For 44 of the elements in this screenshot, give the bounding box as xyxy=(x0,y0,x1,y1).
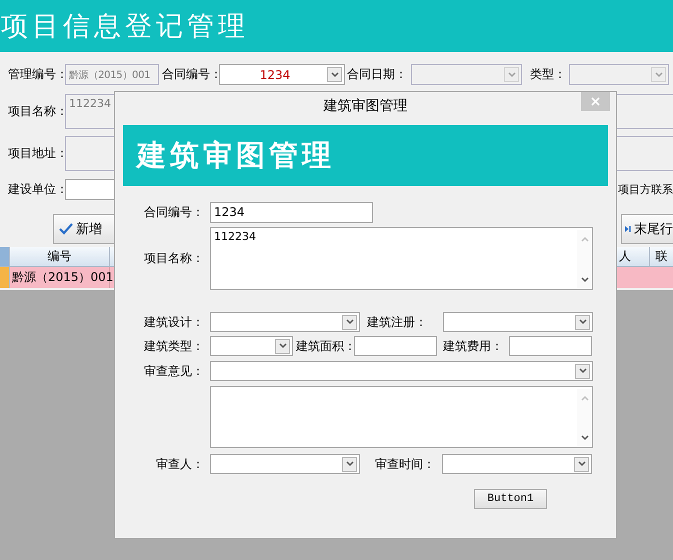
field-label: 审查时间： xyxy=(375,456,436,472)
field-label: 合同编号： xyxy=(162,66,219,83)
close-icon xyxy=(591,97,600,106)
column-header[interactable]: 编号 xyxy=(10,247,110,266)
column-header[interactable]: 联 xyxy=(650,247,673,266)
scroll-up-icon[interactable] xyxy=(580,395,588,401)
contract-number-dropdown[interactable]: 1234 xyxy=(219,64,345,85)
page-title: 项目信息登记管理 xyxy=(1,10,249,44)
field-label: 项目名称： xyxy=(143,250,205,267)
table-cell: 黔源（2015）001 xyxy=(10,267,110,288)
button1-button[interactable]: Button1 xyxy=(474,489,547,509)
field-label: 合同编号： xyxy=(143,204,205,220)
field-label: 项目名称： xyxy=(7,103,65,120)
field-label: 建筑设计： xyxy=(143,314,205,330)
field-label: 类型： xyxy=(530,66,567,83)
close-button[interactable] xyxy=(581,92,610,111)
dropdown-field[interactable] xyxy=(210,454,360,474)
field-label: 项目方联系 xyxy=(618,182,673,196)
field-label: 建筑费用： xyxy=(443,338,504,354)
field-label: 管理编号： xyxy=(7,66,65,83)
field-label: 合同日期： xyxy=(347,66,408,83)
banner-title: 建筑审图管理 xyxy=(134,136,335,174)
contract-number-field[interactable]: 1234 xyxy=(210,202,373,222)
field-label: 审查意见： xyxy=(143,362,205,380)
text-area[interactable]: 112234 xyxy=(210,227,593,290)
dropdown-field[interactable] xyxy=(210,361,593,381)
field-label: 建筑注册： xyxy=(367,314,428,330)
skip-to-end-icon xyxy=(625,223,631,235)
last-row-button[interactable]: 末尾行 xyxy=(621,214,673,244)
checkmark-icon xyxy=(59,223,73,235)
dropdown-field[interactable] xyxy=(442,454,592,474)
cost-field[interactable] xyxy=(509,336,592,356)
dropdown-field[interactable] xyxy=(210,312,360,332)
field-label: 建设单位： xyxy=(7,181,65,198)
scroll-up-icon[interactable] xyxy=(580,236,588,242)
field-label: 项目地址： xyxy=(7,145,65,162)
field-label: 建筑面积： xyxy=(296,338,354,354)
add-button[interactable]: 新增 xyxy=(53,214,115,244)
dialog-title: 建筑审图管理 xyxy=(324,96,408,114)
field-label: 建筑类型： xyxy=(143,338,205,354)
field-label: 审查人： xyxy=(155,456,205,472)
dropdown-field[interactable] xyxy=(443,312,593,332)
dropdown-field[interactable] xyxy=(210,336,293,356)
area-field[interactable] xyxy=(354,336,437,356)
